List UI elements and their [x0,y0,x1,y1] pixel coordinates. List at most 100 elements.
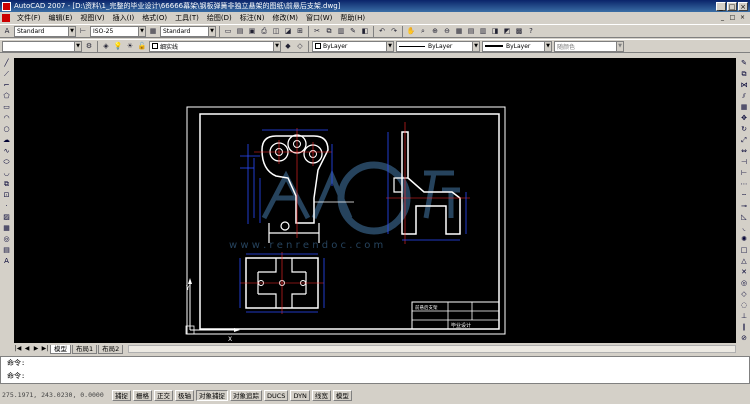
rectangle-icon[interactable]: ▭ [2,102,12,112]
menu-insert[interactable]: 插入(I) [109,13,139,23]
break-icon[interactable]: ╌ [739,190,749,200]
chamfer-icon[interactable]: ◺ [739,212,749,222]
undo-icon[interactable]: ↶ [377,26,387,36]
document-icon[interactable] [2,13,10,22]
publish-icon[interactable]: ◪ [283,26,293,36]
workspace-select[interactable]: ▼ [2,40,82,52]
make-current-layer-icon[interactable]: ◆ [283,41,293,51]
menu-tools[interactable]: 工具(T) [171,13,203,23]
circle-icon[interactable]: ○ [2,124,12,134]
lineweight-select[interactable]: ByLayer ▼ [482,40,552,52]
block-editor-icon[interactable]: ◧ [360,26,370,36]
command-window[interactable]: 命令: 命令: [0,356,750,384]
markup-icon[interactable]: ◩ [502,26,512,36]
save-icon[interactable]: ▣ [247,26,257,36]
table-style-select[interactable]: Standard ▼ [160,25,216,37]
make-block-icon[interactable]: ⊡ [2,190,12,200]
erase-icon[interactable]: ✎ [739,58,749,68]
chevron-down-icon[interactable]: ▼ [138,26,145,36]
tool-palettes-icon[interactable]: ▥ [478,26,488,36]
doc-close-button[interactable]: × [738,14,747,22]
chevron-down-icon[interactable]: ▼ [74,41,81,51]
preview-icon[interactable]: ◫ [271,26,281,36]
array-icon[interactable]: ▦ [739,102,749,112]
polygon-icon[interactable]: ⬠ [2,91,12,101]
new-file-icon[interactable]: ▭ [223,26,233,36]
fillet-icon[interactable]: ◟ [739,223,749,233]
minimize-button[interactable]: _ [716,1,726,11]
spline-icon[interactable]: ∿ [2,146,12,156]
previous-tab-icon[interactable]: ◀ [23,345,31,353]
break-at-point-icon[interactable]: ⋯ [739,179,749,189]
menu-help[interactable]: 帮助(H) [336,13,369,23]
osnap-toggle[interactable]: 对象捕捉 [196,389,228,401]
first-tab-icon[interactable]: |◀ [14,345,22,353]
snap-intersection-icon[interactable]: ✕ [739,267,749,277]
menu-dimension[interactable]: 标注(N) [236,13,269,23]
menu-format[interactable]: 格式(O) [138,13,171,23]
chevron-down-icon[interactable]: ▼ [386,41,393,51]
otrack-toggle[interactable]: 对象追踪 [230,389,262,401]
ellipse-icon[interactable]: ⬭ [2,157,12,167]
trim-icon[interactable]: ⊣ [739,157,749,167]
lineweight-toggle[interactable]: 线宽 [311,389,331,401]
horizontal-scrollbar[interactable] [128,345,736,353]
menu-window[interactable]: 窗口(W) [302,13,336,23]
grid-toggle[interactable]: 栅格 [133,389,152,401]
snap-tangent-icon[interactable]: ◌ [739,300,749,310]
dyn-toggle[interactable]: DYN [290,389,310,401]
drawing-canvas[interactable]: w w w . r e n r e n d o c . c o m 前悬后支架 … [14,58,736,343]
line-icon[interactable]: ╱ [2,58,12,68]
snap-quadrant-icon[interactable]: ◇ [739,289,749,299]
close-button[interactable]: × [738,1,748,11]
zoom-window-icon[interactable]: ⊕ [430,26,440,36]
copy-object-icon[interactable]: ⧉ [739,69,749,79]
redo-icon[interactable]: ↷ [389,26,399,36]
coordinate-readout[interactable]: 275.1971, 243.0230, 0.0000 [2,391,110,399]
polar-toggle[interactable]: 极轴 [175,389,194,401]
move-icon[interactable]: ✥ [739,113,749,123]
workspace-settings-icon[interactable]: ⚙ [84,41,94,51]
match-properties-icon[interactable]: ✎ [348,26,358,36]
mtext-icon[interactable]: A [2,256,12,266]
hatch-icon[interactable]: ▨ [2,212,12,222]
mirror-icon[interactable]: ⋈ [739,80,749,90]
chevron-down-icon[interactable]: ▼ [273,41,280,51]
autocad-app-icon[interactable] [2,1,11,11]
text-style-select[interactable]: Standard ▼ [14,25,76,37]
help-icon[interactable]: ? [526,26,536,36]
insert-block-icon[interactable]: ⧉ [2,179,12,189]
command-input-line[interactable]: 命令: [1,370,749,383]
snap-toggle[interactable]: 捕捉 [112,389,131,401]
gradient-icon[interactable]: ▦ [2,223,12,233]
snap-parallel-icon[interactable]: ∥ [739,322,749,332]
plot-style-select[interactable]: 随颜色 ▼ [554,40,624,52]
model-toggle[interactable]: 模型 [332,389,352,401]
layer-previous-icon[interactable]: ◇ [295,41,305,51]
next-tab-icon[interactable]: ▶ [32,345,40,353]
chevron-down-icon[interactable]: ▼ [208,26,215,36]
print-icon[interactable]: ⎙ [259,26,269,36]
plot-icon[interactable]: ⊞ [295,26,305,36]
menu-file[interactable]: 文件(F) [13,13,45,23]
revision-cloud-icon[interactable]: ☁ [2,135,12,145]
snap-none-icon[interactable]: ⊘ [739,333,749,343]
tab-layout1[interactable]: 布局1 [72,344,98,354]
snap-endpoint-icon[interactable]: □ [739,245,749,255]
tab-layout2[interactable]: 布局2 [98,344,124,354]
arc-icon[interactable]: ◠ [2,113,12,123]
scale-icon[interactable]: ⤢ [739,135,749,145]
color-select[interactable]: ByLayer ▼ [312,40,394,52]
copy-icon[interactable]: ⧉ [324,26,334,36]
tab-model[interactable]: 模型 [50,344,71,354]
linetype-select[interactable]: ByLayer ▼ [396,40,480,52]
layer-manager-icon[interactable]: ◈ [101,41,111,51]
polyline-icon[interactable]: ⌐ [2,80,12,90]
layer-select[interactable]: 细实线 ▼ [149,40,281,52]
chevron-down-icon[interactable]: ▼ [544,41,551,51]
rotate-icon[interactable]: ↻ [739,124,749,134]
maximize-button[interactable]: □ [727,1,737,11]
doc-restore-button[interactable]: □ [728,14,737,22]
zoom-realtime-icon[interactable]: ⌕ [418,26,428,36]
quickcalc-icon[interactable]: ▩ [514,26,524,36]
